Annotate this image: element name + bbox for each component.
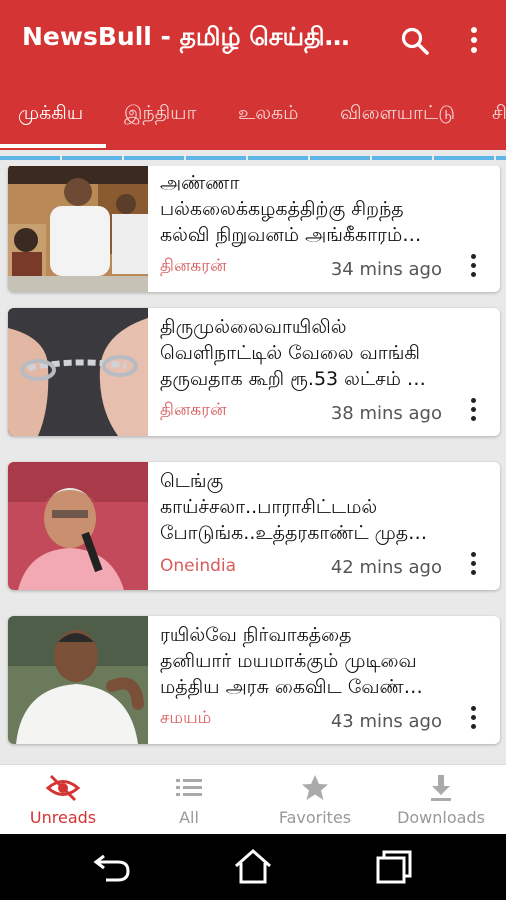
tab-india[interactable]: இந்தியா	[124, 102, 196, 127]
article-thumbnail	[8, 166, 148, 292]
list-icon	[176, 779, 202, 796]
article-headline: ரயில்வே நிர்வாகத்தை தனியார் மயமாக்கும் ம…	[160, 624, 423, 698]
system-nav-bar	[0, 834, 506, 900]
news-card[interactable]: ரயில்வே நிர்வாகத்தை தனியார் மயமாக்கும் ம…	[8, 616, 500, 744]
recents-icon[interactable]	[372, 848, 414, 884]
news-card[interactable]: டெங்கு காய்ச்சலா..பாராசிட்டமல் போடுங்க..…	[8, 462, 500, 590]
article-headline: திருமுல்லைவாயிலில் வெளிநாட்டில் வேலை வாங…	[160, 316, 426, 390]
nav-label: Unreads	[29, 808, 97, 827]
article-time: 38 mins ago	[330, 403, 442, 424]
article-headline: டெங்கு காய்ச்சலா..பாராசிட்டமல் போடுங்க..…	[160, 470, 428, 544]
refresh-strip	[0, 152, 506, 166]
news-feed[interactable]: அண்ணா பல்கலைக்கழகத்திற்கு சிறந்த கல்வி ந…	[0, 166, 506, 764]
app-bar: NewsBull - தமிழ் செய்தி…	[0, 0, 506, 80]
eye-off-icon	[46, 774, 80, 802]
tab-sports[interactable]: விளையாட்டு	[340, 102, 455, 127]
article-thumbnail	[8, 616, 148, 744]
back-icon[interactable]	[92, 848, 134, 884]
tab-top[interactable]: முக்கிய	[18, 102, 83, 127]
card-more-icon[interactable]	[468, 706, 478, 732]
bottom-navigation: Unreads All Favorites Downloads	[0, 764, 506, 834]
nav-downloads[interactable]: Downloads	[378, 765, 504, 835]
download-icon	[431, 775, 451, 801]
article-time: 43 mins ago	[330, 711, 442, 732]
card-more-icon[interactable]	[468, 552, 478, 578]
article-source: தினகரன்	[160, 400, 227, 420]
card-more-icon[interactable]	[468, 254, 478, 280]
app-title: NewsBull - தமிழ் செய்தி…	[22, 22, 350, 51]
tab-cinema[interactable]: சி	[492, 102, 506, 127]
article-source: தினகரன்	[160, 256, 227, 276]
nav-all[interactable]: All	[126, 765, 252, 835]
news-card[interactable]: திருமுல்லைவாயிலில் வெளிநாட்டில் வேலை வாங…	[8, 308, 500, 436]
article-headline: அண்ணா பல்கலைக்கழகத்திற்கு சிறந்த கல்வி ந…	[160, 172, 422, 246]
article-thumbnail	[8, 308, 148, 436]
nav-label: Downloads	[397, 808, 485, 827]
star-icon	[302, 775, 328, 800]
nav-unreads[interactable]: Unreads	[0, 765, 126, 835]
tab-indicator	[0, 144, 106, 148]
nav-label: Favorites	[278, 808, 352, 827]
search-icon[interactable]	[400, 26, 430, 56]
news-card[interactable]: அண்ணா பல்கலைக்கழகத்திற்கு சிறந்த கல்வி ந…	[8, 166, 500, 292]
article-time: 34 mins ago	[330, 259, 442, 280]
article-time: 42 mins ago	[330, 557, 442, 578]
card-more-icon[interactable]	[468, 398, 478, 424]
nav-favorites[interactable]: Favorites	[252, 765, 378, 835]
more-vert-icon[interactable]	[462, 24, 486, 56]
article-source: Oneindia	[160, 556, 237, 576]
home-icon[interactable]	[232, 848, 274, 884]
nav-label: All	[179, 808, 199, 827]
article-source: சமயம்	[160, 708, 212, 728]
tab-world[interactable]: உலகம்	[238, 102, 298, 127]
article-thumbnail	[8, 462, 148, 590]
category-tabs: முக்கிய இந்தியா உலகம் விளையாட்டு சி	[0, 80, 506, 150]
